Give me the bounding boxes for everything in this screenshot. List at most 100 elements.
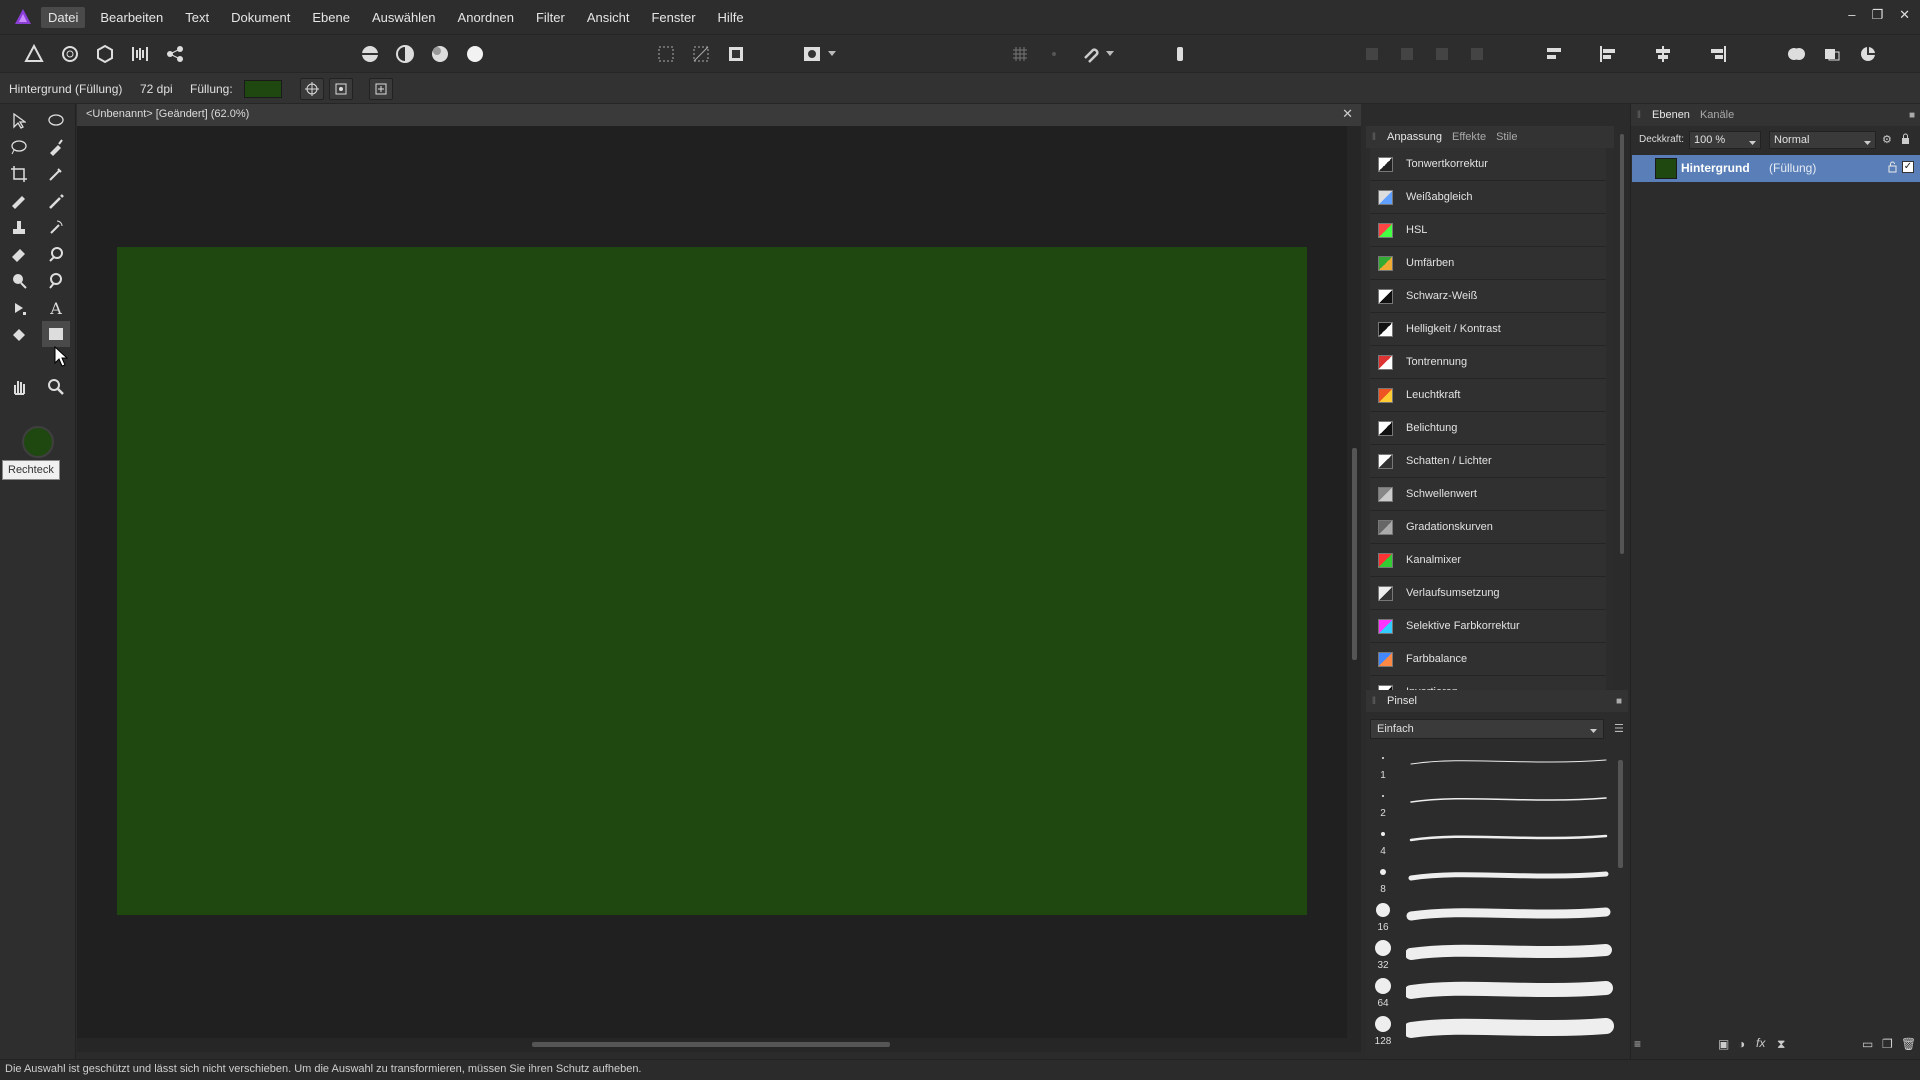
menu-ansicht[interactable]: Ansicht bbox=[580, 7, 637, 28]
brush-stroke-preview[interactable] bbox=[1406, 824, 1616, 854]
paint-brush-tool-icon[interactable] bbox=[5, 188, 33, 214]
layer-lock-icon[interactable] bbox=[1888, 161, 1897, 176]
auto-colors-icon[interactable] bbox=[428, 42, 452, 66]
node-tool-icon[interactable] bbox=[5, 295, 33, 321]
brush-stroke-preview[interactable] bbox=[1406, 748, 1616, 778]
tab-effekte[interactable]: Effekte bbox=[1447, 131, 1491, 143]
brush-preview-dot[interactable] bbox=[1376, 903, 1390, 917]
brush-preview-dot[interactable] bbox=[1375, 940, 1391, 956]
brush-preview-dot[interactable] bbox=[1382, 757, 1384, 759]
adjustment-item[interactable]: Gradationskurven bbox=[1370, 511, 1606, 544]
magnet-icon[interactable] bbox=[1078, 42, 1102, 66]
snapping-options-icon[interactable] bbox=[1042, 42, 1066, 66]
selection-brush-tool-icon[interactable] bbox=[42, 134, 70, 160]
snapping-icon[interactable] bbox=[1008, 42, 1032, 66]
burn-brush-tool-icon[interactable] bbox=[42, 268, 70, 294]
align-center-icon[interactable] bbox=[1651, 42, 1675, 66]
export-persona-icon[interactable] bbox=[163, 42, 187, 66]
brush-stroke-preview[interactable] bbox=[1406, 976, 1616, 1006]
adjustment-item[interactable]: Schwellenwert bbox=[1370, 478, 1606, 511]
marquee-mode-icon[interactable] bbox=[654, 42, 678, 66]
erase-brush-tool-icon[interactable] bbox=[5, 241, 33, 267]
adjustment-item[interactable]: Schwarz-Weiß bbox=[1370, 280, 1606, 313]
mask-layer-icon[interactable]: ▣ bbox=[1718, 1037, 1729, 1051]
brush-category-select[interactable]: Einfach bbox=[1370, 719, 1604, 739]
app-logo-icon[interactable] bbox=[13, 7, 33, 27]
text-tool-icon[interactable]: A bbox=[42, 295, 70, 321]
brush-preview-dot[interactable] bbox=[1375, 1016, 1391, 1032]
arrange-backward-icon[interactable] bbox=[1395, 42, 1419, 66]
adjustment-item[interactable]: Umfärben bbox=[1370, 247, 1606, 280]
adjustment-item[interactable]: Tonwertkorrektur bbox=[1370, 148, 1606, 181]
liquify-persona-icon[interactable] bbox=[58, 42, 82, 66]
menu-auswaehlen[interactable]: Auswählen bbox=[365, 7, 443, 28]
panel-menu-icon[interactable]: ■ bbox=[1909, 110, 1915, 121]
magnet-dropdown-icon[interactable] bbox=[1104, 42, 1116, 66]
adjustment-item[interactable]: Selektive Farbkorrektur bbox=[1370, 610, 1606, 643]
panel-grip-icon[interactable]: ‖ bbox=[1366, 696, 1382, 707]
blend-mode-select[interactable]: Normal bbox=[1769, 131, 1876, 149]
arrange-front-icon[interactable] bbox=[1465, 42, 1489, 66]
adjustment-item[interactable]: Kanalmixer bbox=[1370, 544, 1606, 577]
layer-stack-icon[interactable]: ≡ bbox=[1634, 1037, 1641, 1051]
brush-preview-dot[interactable] bbox=[1380, 869, 1386, 875]
minimize-icon[interactable]: – bbox=[1848, 7, 1855, 23]
adjustment-layer-icon[interactable]: ◑ bbox=[1738, 1037, 1745, 1051]
auto-levels-icon[interactable] bbox=[358, 42, 382, 66]
delete-layer-icon[interactable]: 🗑 bbox=[1901, 1037, 1916, 1051]
deselect-icon[interactable] bbox=[689, 42, 713, 66]
move-tool-icon[interactable] bbox=[5, 108, 33, 134]
fill-color-swatch[interactable] bbox=[244, 80, 282, 98]
panel-menu-icon[interactable]: ■ bbox=[1616, 696, 1622, 707]
brush-preview-dot[interactable] bbox=[1382, 795, 1384, 797]
arrange-back-icon[interactable] bbox=[1360, 42, 1384, 66]
align-right-icon[interactable] bbox=[1706, 42, 1730, 66]
fx-icon[interactable]: fx bbox=[1756, 1036, 1765, 1050]
clone-brush-tool-icon[interactable] bbox=[5, 214, 33, 240]
move-crosshair-icon[interactable] bbox=[300, 78, 324, 100]
lasso-selection-tool-icon[interactable] bbox=[42, 108, 70, 134]
adjustment-item[interactable]: Verlaufsumsetzung bbox=[1370, 577, 1606, 610]
adjustment-scrollbar[interactable] bbox=[1618, 126, 1626, 688]
layer-visibility-checkbox[interactable]: ✓ bbox=[1902, 161, 1914, 173]
tab-pinsel[interactable]: Pinsel bbox=[1382, 695, 1422, 707]
brush-stroke-preview[interactable] bbox=[1406, 938, 1616, 968]
adjustment-item[interactable]: Helligkeit / Kontrast bbox=[1370, 313, 1606, 346]
lock-transform-icon[interactable] bbox=[369, 78, 393, 100]
develop-persona-icon[interactable] bbox=[93, 42, 117, 66]
brush-view-options-icon[interactable]: ☰ bbox=[1614, 722, 1624, 735]
menu-datei[interactable]: Datei bbox=[41, 6, 86, 28]
adjustment-item[interactable]: Tontrennung bbox=[1370, 346, 1606, 379]
gear-icon[interactable]: ⚙ bbox=[1882, 133, 1892, 146]
add-layer-icon[interactable]: ❐ bbox=[1882, 1037, 1893, 1051]
menu-filter[interactable]: Filter bbox=[529, 7, 572, 28]
menu-ebene[interactable]: Ebene bbox=[305, 7, 357, 28]
horizontal-scroll-thumb[interactable] bbox=[532, 1042, 890, 1047]
menu-anordnen[interactable]: Anordnen bbox=[451, 7, 521, 28]
align-top-icon[interactable] bbox=[1542, 42, 1566, 66]
live-filter-icon[interactable]: ⧗ bbox=[1777, 1037, 1785, 1052]
view-tool-icon[interactable] bbox=[5, 374, 33, 400]
quick-mask-dropdown-icon[interactable] bbox=[826, 42, 838, 66]
brush-stroke-preview[interactable] bbox=[1406, 786, 1616, 816]
assistant-icon[interactable] bbox=[1168, 42, 1192, 66]
menu-hilfe[interactable]: Hilfe bbox=[711, 7, 751, 28]
close-window-icon[interactable]: ✕ bbox=[1899, 7, 1910, 23]
boolean-intersect-icon[interactable] bbox=[1856, 42, 1880, 66]
flood-fill-tool-icon[interactable] bbox=[5, 321, 33, 347]
adjustment-item[interactable]: HSL bbox=[1370, 214, 1606, 247]
restore-icon[interactable]: ❐ bbox=[1871, 7, 1883, 23]
brush-stroke-preview[interactable] bbox=[1406, 1014, 1616, 1044]
dodge-brush-tool-icon[interactable] bbox=[5, 268, 33, 294]
brush-stroke-preview[interactable] bbox=[1406, 862, 1616, 892]
tab-ebenen[interactable]: Ebenen bbox=[1647, 109, 1695, 121]
document-tab[interactable]: <Unbenannt> [Geändert] (62.0%) ✕ bbox=[77, 104, 1361, 126]
adjustment-item[interactable]: Farbbalance bbox=[1370, 643, 1606, 676]
primary-color-swatch[interactable] bbox=[22, 426, 54, 458]
tab-stile[interactable]: Stile bbox=[1491, 131, 1522, 143]
tone-mapping-persona-icon[interactable] bbox=[128, 42, 152, 66]
brush-stroke-preview[interactable] bbox=[1406, 900, 1616, 930]
brush-scrollbar[interactable] bbox=[1618, 760, 1623, 868]
menu-text[interactable]: Text bbox=[178, 7, 216, 28]
tab-kanaele[interactable]: Kanäle bbox=[1695, 109, 1739, 121]
